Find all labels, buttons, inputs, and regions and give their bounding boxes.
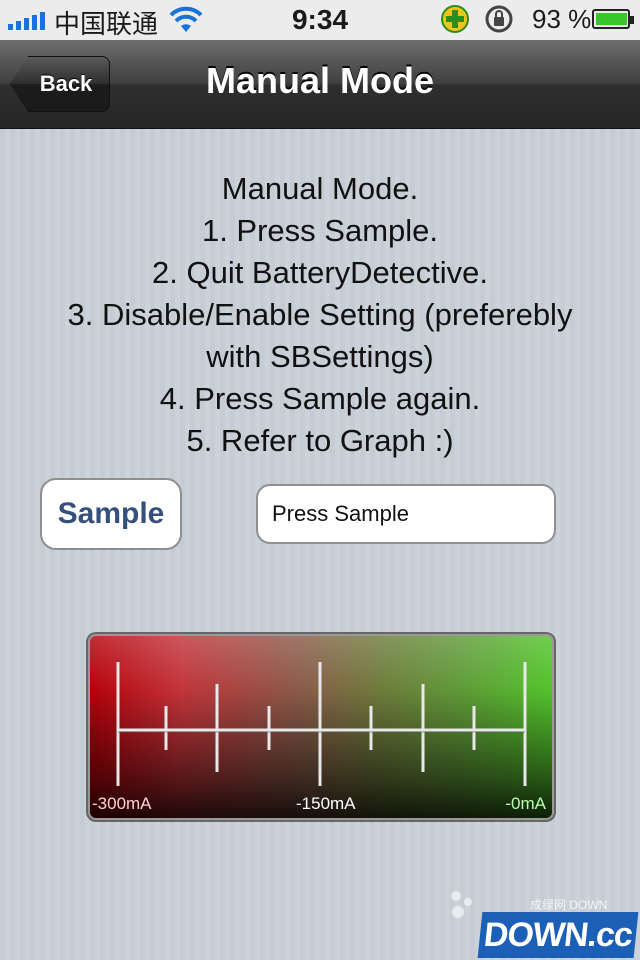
instruction-line: 2. Quit BatteryDetective. [152,255,488,290]
plus-icon [441,5,469,33]
rotation-lock-icon [485,5,513,33]
battery-icon [592,9,634,29]
instruction-line: 4. Press Sample again. [159,381,481,416]
instructions-text: Manual Mode. 1. Press Sample. 2. Quit Ba… [30,168,610,462]
meter-scale [116,662,527,786]
instruction-line: 1. Press Sample. [201,213,439,248]
watermark-icon [451,891,472,918]
instruction-line: 3. Disable/Enable Setting (preferebly [67,297,573,332]
battery-percent: 93 % [532,4,592,34]
watermark-logo: DOWN.cc [477,912,639,958]
instruction-line: Manual Mode. [221,171,419,206]
meter-label-max: -0mA [505,794,546,813]
page-title: Manual Mode [205,60,434,101]
instruction-line: 5. Refer to Graph :) [186,423,454,458]
navigation-bar: Back Manual Mode [0,40,640,129]
sample-button[interactable]: Sample [40,478,182,550]
status-bar: 中国联通 9:34 93 % [0,0,640,40]
instruction-line: with SBSettings) [206,339,434,374]
meter-label-min: -300mA [92,794,152,813]
meter-label-mid: -150mA [296,794,356,813]
watermark-text: 成绿网 DOWN [530,898,608,912]
status-field: Press Sample [256,484,556,544]
current-meter: -300mA -150mA -0mA [88,634,554,820]
